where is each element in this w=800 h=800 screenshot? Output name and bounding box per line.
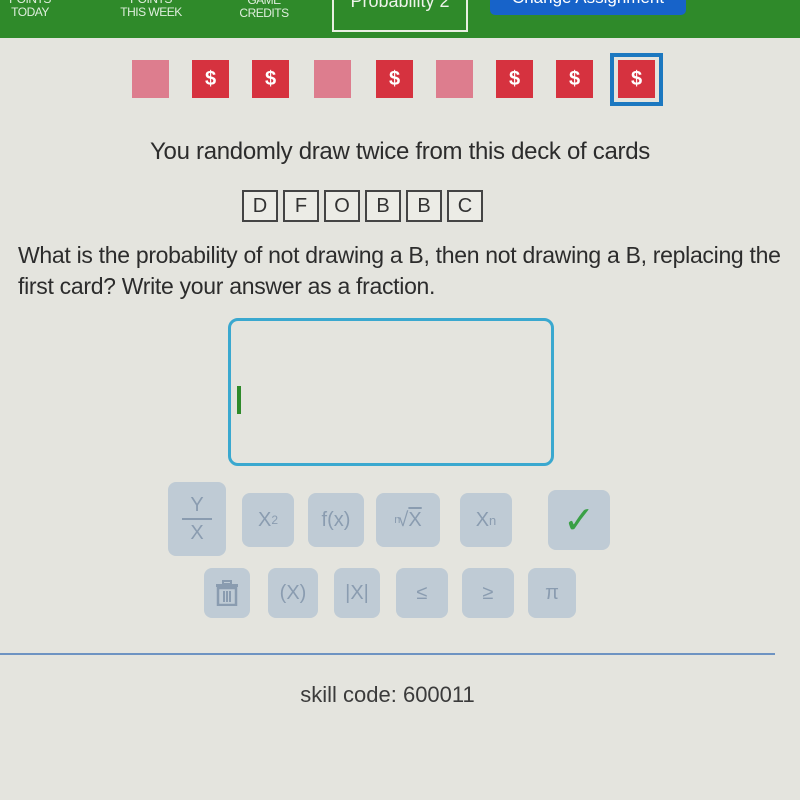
progress-square-earned: $ <box>376 60 413 98</box>
deck-card: C <box>447 190 483 222</box>
fraction-key[interactable]: Y X <box>168 482 226 556</box>
less-than-or-equal-key[interactable]: ≤ <box>396 568 448 618</box>
deck-card: F <box>283 190 319 222</box>
progress-square-earned: $ <box>618 60 655 98</box>
skill-name-tab[interactable]: Probability 2 <box>332 0 468 32</box>
game-credits-stat[interactable]: GAME CREDITS <box>228 0 300 20</box>
card-deck: DFOBBC <box>242 190 488 226</box>
pi-key[interactable]: π <box>528 568 576 618</box>
parentheses-key[interactable]: (X) <box>268 568 318 618</box>
problem-prompt: You randomly draw twice from this deck o… <box>150 138 650 165</box>
function-key[interactable]: f(x) <box>308 493 364 547</box>
deck-card: O <box>324 190 360 222</box>
subscript-key[interactable]: Xn <box>460 493 512 547</box>
progress-square-empty <box>314 60 351 98</box>
text-caret <box>237 386 241 414</box>
change-assignment-button[interactable]: Change Assignment <box>490 0 686 15</box>
points-this-week-stat: POINTS THIS WEEK <box>120 0 182 19</box>
deck-card: B <box>406 190 442 222</box>
progress-square-empty <box>132 60 169 98</box>
greater-than-or-equal-key[interactable]: ≥ <box>462 568 514 618</box>
nth-root-key[interactable]: n √ X <box>376 493 440 547</box>
exponent-key[interactable]: X2 <box>242 493 294 547</box>
skill-code: skill code: 600011 <box>300 682 475 707</box>
deck-card: D <box>242 190 278 222</box>
absolute-value-key[interactable]: |X| <box>334 568 380 618</box>
trash-icon <box>216 580 238 606</box>
checkmark-icon: ✓ <box>563 499 595 542</box>
answer-input[interactable] <box>228 318 554 466</box>
section-divider <box>0 653 775 655</box>
radical-icon: √ <box>397 508 409 531</box>
question-text: What is the probability of not drawing a… <box>18 242 781 299</box>
points-today-stat: POINTS TODAY <box>9 0 51 19</box>
progress-square-earned: $ <box>192 60 229 98</box>
top-nav-bar: POINTS TODAY POINTS THIS WEEK GAME CREDI… <box>0 0 800 38</box>
submit-answer-button[interactable]: ✓ <box>548 490 610 550</box>
fraction-bar <box>182 518 212 520</box>
progress-square-earned: $ <box>556 60 593 98</box>
progress-square-earned: $ <box>496 60 533 98</box>
deck-card: B <box>365 190 401 222</box>
clear-button[interactable] <box>204 568 250 618</box>
progress-square-earned: $ <box>252 60 289 98</box>
progress-square-empty <box>436 60 473 98</box>
